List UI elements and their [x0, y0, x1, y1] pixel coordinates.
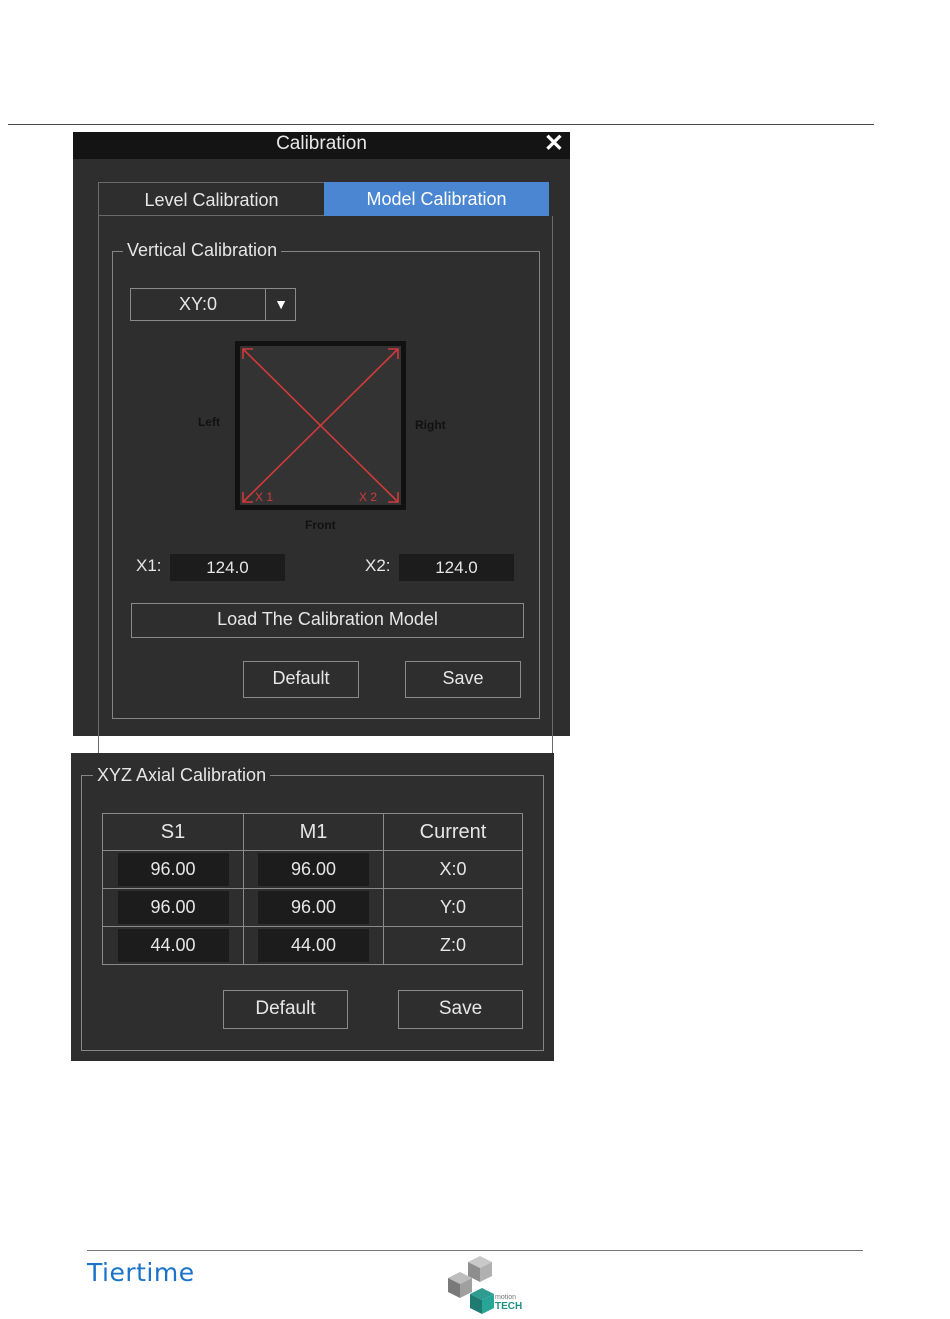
front-label: Front: [305, 518, 336, 532]
left-label: Left: [198, 415, 220, 429]
vertical-save-button[interactable]: Save: [405, 661, 521, 698]
x1-label: X1:: [136, 556, 162, 575]
triangle-down-icon[interactable]: ▼: [265, 289, 296, 320]
table-row: Y:0: [102, 888, 523, 927]
header-current: Current: [383, 813, 523, 851]
s1-cell: [102, 926, 244, 965]
current-cell-z: Z:0: [383, 926, 523, 965]
xyz-axial-legend: XYZ Axial Calibration: [93, 765, 271, 785]
m1-input-x[interactable]: [258, 853, 369, 886]
load-calibration-model-button[interactable]: Load The Calibration Model: [131, 603, 524, 638]
m1-cell: [243, 926, 384, 965]
tab-model-calibration[interactable]: Model Calibration: [324, 182, 549, 216]
x2-label: X2:: [365, 556, 391, 575]
tiertime-logo: Tiertime: [87, 1258, 195, 1287]
calibration-dialog: Calibration ✕ Level Calibration Model Ca…: [73, 131, 570, 756]
x1-marker: X 1: [255, 490, 273, 504]
calibration-diagram: X 1 X 2: [235, 341, 406, 510]
x2-marker: X 2: [359, 490, 377, 504]
s1-input-y[interactable]: [117, 891, 229, 924]
header-s1: S1: [102, 813, 244, 851]
table-header-row: S1 M1 Current: [102, 813, 523, 851]
xyz-save-button[interactable]: Save: [398, 990, 523, 1029]
s1-input-z[interactable]: [117, 929, 229, 962]
s1-input-x[interactable]: [117, 853, 229, 886]
s1-cell: [102, 888, 244, 927]
x2-field[interactable]: [399, 554, 514, 581]
tab-level-calibration[interactable]: Level Calibration: [98, 182, 324, 216]
xy-select-value: XY:0: [178, 294, 218, 314]
x1-field[interactable]: [170, 554, 285, 581]
header-m1: M1: [243, 813, 384, 851]
motion-tech-logo: motion TECH: [448, 1256, 522, 1314]
top-rule: [8, 124, 874, 125]
xyz-axial-calibration-panel: XYZ Axial Calibration S1 M1 Current X:0 …: [71, 753, 554, 1061]
m1-cell: [243, 850, 384, 889]
table-row: X:0: [102, 850, 523, 889]
m1-cell: [243, 888, 384, 927]
xyz-default-button[interactable]: Default: [223, 990, 348, 1029]
dialog-titlebar: Calibration ✕: [73, 131, 570, 159]
right-label: Right: [415, 418, 446, 432]
current-cell-y: Y:0: [383, 888, 523, 927]
vertical-default-button[interactable]: Default: [243, 661, 359, 698]
current-cell-x: X:0: [383, 850, 523, 889]
dialog-title: Calibration: [276, 133, 367, 154]
s1-cell: [102, 850, 244, 889]
xy-select[interactable]: XY:0 ▼: [130, 288, 296, 321]
logo-text-big: TECH: [495, 1301, 522, 1312]
table-row: Z:0: [102, 926, 523, 965]
m1-input-y[interactable]: [258, 891, 369, 924]
footer-rule: [87, 1250, 863, 1251]
m1-input-z[interactable]: [258, 929, 369, 962]
logo-text-small: motion: [495, 1294, 516, 1301]
close-icon[interactable]: ✕: [544, 131, 564, 157]
axial-table: S1 M1 Current X:0 Y:0 Z:0: [102, 813, 523, 965]
vertical-calibration-legend: Vertical Calibration: [123, 240, 282, 260]
